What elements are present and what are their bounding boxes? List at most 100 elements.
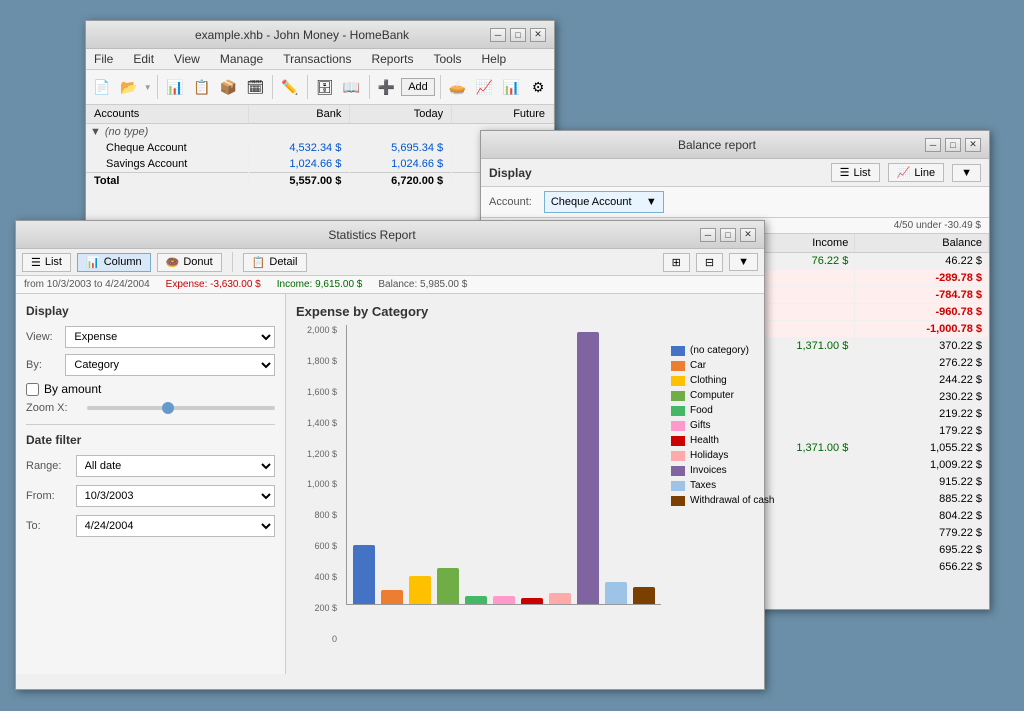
cell-balance: 779.22 $ [855, 525, 989, 542]
slider-thumb[interactable] [162, 402, 174, 414]
cell-balance: 695.22 $ [855, 542, 989, 559]
stats-list-button[interactable]: ☰ List [22, 253, 71, 272]
bar[interactable] [577, 325, 599, 604]
legend-color [671, 361, 685, 371]
zoom-slider[interactable] [87, 406, 275, 410]
stats-window: Statistics Report ─ □ ✕ ☰ List 📊 Column … [15, 220, 765, 690]
bar[interactable] [381, 325, 403, 604]
account-bank: 1,024.66 $ [248, 156, 350, 173]
export-button[interactable]: 📋 [190, 73, 214, 101]
menu-manage[interactable]: Manage [216, 51, 267, 67]
maximize-button[interactable]: □ [510, 28, 526, 42]
bar[interactable] [605, 325, 627, 604]
menu-reports[interactable]: Reports [367, 51, 417, 67]
menu-transactions[interactable]: Transactions [279, 51, 355, 67]
collapse-icon[interactable]: ▼ [90, 126, 101, 138]
stats-minimize[interactable]: ─ [700, 228, 716, 242]
edit-button[interactable]: ✏️ [278, 73, 302, 101]
total-today: 6,720.00 $ [350, 173, 452, 190]
bar[interactable] [549, 325, 571, 604]
backup-button[interactable]: 📦 [217, 73, 241, 101]
bar-chart-wrapper: 2,000 $ 1,800 $ 1,600 $ 1,400 $ 1,200 $ … [296, 325, 661, 664]
add-button[interactable]: Add [401, 78, 435, 96]
total-label: Total [86, 173, 248, 190]
stats-column-button[interactable]: 📊 Column [77, 253, 151, 272]
new-button[interactable]: 📄 [90, 73, 114, 101]
menu-help[interactable]: Help [478, 51, 511, 67]
dropdown-arrow-icon: ▼ [646, 196, 657, 208]
cell-balance: 1,009.22 $ [855, 457, 989, 474]
stats-content: Display View: Expense By: Category By a [16, 294, 764, 674]
bar[interactable] [521, 325, 543, 604]
pie-chart-button[interactable]: 🥧 [446, 73, 470, 101]
bar[interactable] [437, 325, 459, 604]
range-select[interactable]: All date [76, 455, 275, 477]
bar-rect [409, 576, 431, 604]
menu-file[interactable]: File [90, 51, 117, 67]
list-icon: ☰ [31, 256, 41, 269]
col-future: Future [452, 105, 554, 124]
y-label: 1,600 $ [307, 387, 337, 397]
chart-options-button[interactable]: ⊟ [696, 253, 723, 272]
line-chart-button[interactable]: 📈 [472, 73, 496, 101]
menu-edit[interactable]: Edit [129, 51, 158, 67]
by-label: By: [26, 359, 59, 371]
properties-button[interactable]: 🗓 [243, 73, 267, 101]
to-select[interactable]: 4/24/2004 [76, 515, 275, 537]
from-select[interactable]: 10/3/2003 [76, 485, 275, 507]
view-select[interactable]: Expense [65, 326, 275, 348]
main-window-controls: ─ □ ✕ [490, 28, 546, 42]
balance-maximize[interactable]: □ [945, 138, 961, 152]
stats-donut-button[interactable]: 🍩 Donut [157, 253, 222, 272]
col-accounts: Accounts [86, 105, 248, 124]
balance-close[interactable]: ✕ [965, 138, 981, 152]
bar[interactable] [465, 325, 487, 604]
stats-maximize[interactable]: □ [720, 228, 736, 242]
close-button[interactable]: ✕ [530, 28, 546, 42]
legend-color [671, 436, 685, 446]
balance-minimize[interactable]: ─ [925, 138, 941, 152]
by-amount-checkbox[interactable] [26, 383, 39, 396]
open-button[interactable]: 📂 [117, 73, 141, 101]
legend-label: Withdrawal of cash [690, 495, 774, 506]
cell-balance: 244.22 $ [855, 372, 989, 389]
stats-close[interactable]: ✕ [740, 228, 756, 242]
cell-balance: 46.22 $ [855, 253, 989, 270]
cell-balance: 804.22 $ [855, 508, 989, 525]
bar[interactable] [353, 325, 375, 604]
bar-chart-button[interactable]: 📊 [499, 73, 523, 101]
export-chart-button[interactable]: ⊞ [663, 253, 690, 272]
stats-detail-button[interactable]: 📋 Detail [243, 253, 307, 272]
menu-view[interactable]: View [170, 51, 204, 67]
bar[interactable] [493, 325, 515, 604]
from-label: From: [26, 490, 70, 502]
line-view-button[interactable]: 📈 Line [888, 163, 945, 182]
account-select[interactable]: Cheque Account ▼ [544, 191, 664, 213]
legend-label: Computer [690, 390, 734, 401]
minimize-button[interactable]: ─ [490, 28, 506, 42]
list-view-button[interactable]: ☰ List [831, 163, 880, 182]
legend-item: Withdrawal of cash [671, 495, 801, 506]
menu-tools[interactable]: Tools [429, 51, 465, 67]
by-select[interactable]: Category [65, 354, 275, 376]
date-filter-title: Date filter [26, 433, 275, 447]
bar[interactable] [633, 325, 655, 604]
book-button[interactable]: 📖 [340, 73, 364, 101]
view-options-button[interactable]: ▼ [952, 164, 981, 182]
list-icon: ☰ [840, 166, 850, 179]
import-button[interactable]: 📊 [163, 73, 187, 101]
more-options-button[interactable]: ▼ [729, 253, 758, 271]
add-icon-button[interactable]: ➕ [374, 73, 398, 101]
cell-balance: 1,055.22 $ [855, 440, 989, 457]
y-label: 800 $ [314, 510, 337, 520]
settings-button[interactable]: ⚙ [526, 73, 550, 101]
legend-color [671, 451, 685, 461]
bar-rect [381, 590, 403, 604]
bar[interactable] [409, 325, 431, 604]
donut-icon: 🍩 [166, 256, 180, 269]
bar-rect [465, 596, 487, 604]
stats-info-bar: from 10/3/2003 to 4/24/2004 Expense: -3,… [16, 276, 764, 294]
stats-toolbar: ☰ List 📊 Column 🍩 Donut 📋 Detail ⊞ ⊟ ▼ [16, 249, 764, 276]
database-button[interactable]: 🗄 [313, 73, 337, 101]
main-titlebar: example.xhb - John Money - HomeBank ─ □ … [86, 21, 554, 49]
